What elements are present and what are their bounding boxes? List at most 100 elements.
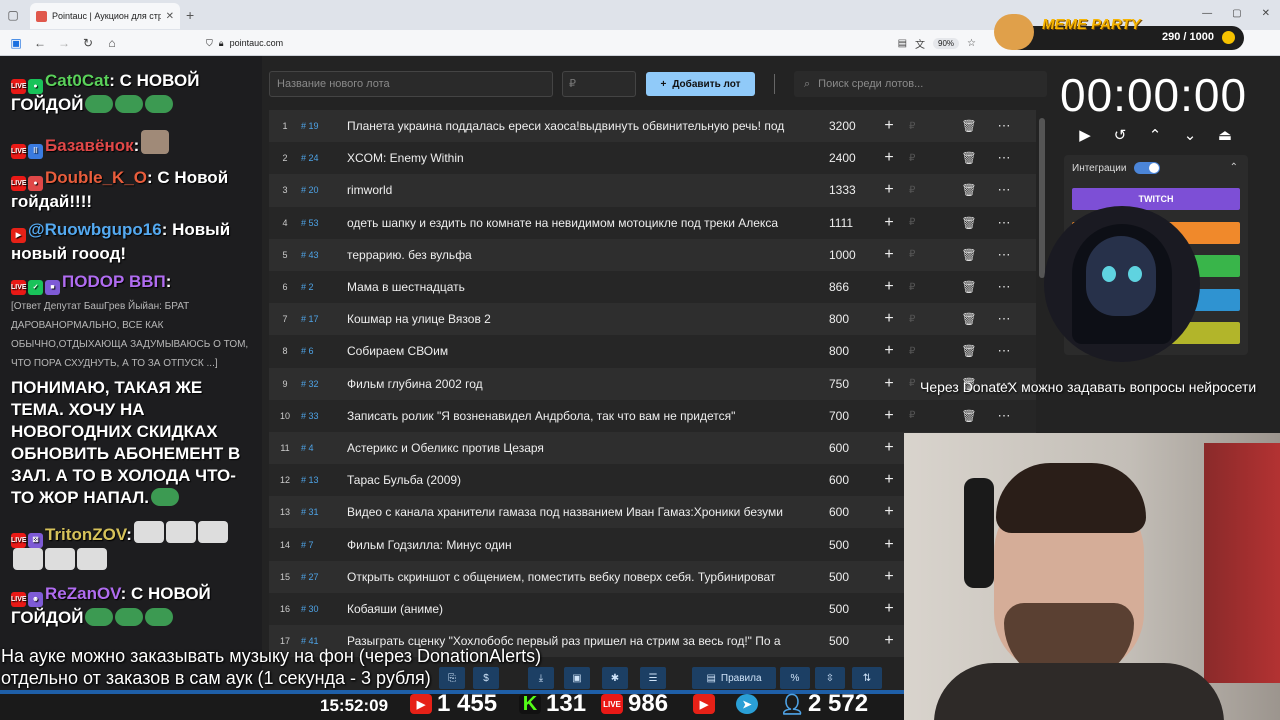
split-icon[interactable]: ⇳ (815, 667, 845, 689)
more-icon[interactable]: ⋯ (989, 343, 1019, 359)
table-row[interactable]: 7 # 17 Кошмар на улице Вязов 2 800 + ₽ 🗑︎ ⋯ (269, 303, 1036, 336)
lot-name[interactable]: Видео с канала хранители гамаза под назв… (347, 505, 809, 519)
more-icon[interactable]: ⋯ (989, 118, 1019, 134)
bug-icon[interactable]: ✱ (602, 667, 628, 689)
add-amount-icon[interactable]: + (869, 310, 909, 328)
home-icon[interactable]: ⌂ (100, 31, 124, 55)
close-window-icon[interactable]: ✕ (1262, 8, 1270, 19)
ruble-input[interactable]: ₽ (909, 346, 949, 357)
translate-icon[interactable]: 文 (915, 36, 925, 51)
trash-icon[interactable]: 🗑︎ (949, 344, 989, 358)
url-field[interactable]: ⛉ 🔒︎ pointauc.com ▤ 文 90% ☆ (206, 33, 976, 53)
chevron-up-icon[interactable]: ⌃ (1230, 162, 1238, 173)
table-row[interactable]: 5 # 43 террарию. без вульфа 1000 + ₽ 🗑︎ ⋯ (269, 238, 1036, 271)
lot-name[interactable]: Открыть скриншот с общением, поместить в… (347, 570, 809, 584)
add-amount-icon[interactable]: + (869, 117, 909, 135)
trash-icon[interactable]: 🗑︎ (949, 312, 989, 326)
lot-name[interactable]: Астерикс и Обеликс против Цезаря (347, 441, 809, 455)
close-tab-icon[interactable]: ✕ (166, 11, 174, 22)
trash-icon[interactable]: 🗑︎ (949, 280, 989, 294)
ruble-input[interactable]: ₽ (909, 410, 949, 421)
more-icon[interactable]: ⋯ (989, 408, 1019, 424)
sort-icon[interactable]: ⇅ (852, 667, 882, 689)
back-icon[interactable]: ← (28, 31, 52, 55)
add-amount-icon[interactable]: + (869, 181, 909, 199)
lot-name-input[interactable]: Название нового лота (269, 71, 553, 97)
trash-icon[interactable]: 🗑︎ (949, 151, 989, 165)
table-row[interactable]: 3 # 20 rimworld 1333 + ₽ 🗑︎ ⋯ (269, 174, 1036, 207)
reload-icon[interactable]: ↻ (76, 31, 100, 55)
add-amount-icon[interactable]: + (869, 407, 909, 425)
bookmark-star-icon[interactable]: ☆ (967, 38, 976, 49)
percent-button[interactable]: % (780, 667, 810, 689)
chevron-down-icon[interactable]: ⌄ (1181, 126, 1199, 144)
new-tab-icon[interactable]: + (186, 7, 194, 23)
tab-menu-icon[interactable]: ▢ (0, 2, 26, 28)
trash-icon[interactable]: 🗑︎ (949, 248, 989, 262)
add-amount-icon[interactable]: + (869, 600, 909, 618)
chevron-up-icon[interactable]: ⌃ (1146, 126, 1164, 144)
sidebar-toggle-icon[interactable]: ▣ (4, 31, 28, 55)
trash-icon[interactable]: 🗑︎ (949, 119, 989, 133)
ruble-input[interactable]: ₽ (909, 314, 949, 325)
forward-icon[interactable]: → (52, 31, 76, 55)
add-amount-icon[interactable]: + (869, 342, 909, 360)
ruble-input[interactable]: ₽ (909, 185, 949, 196)
trash-icon[interactable]: 🗑︎ (949, 216, 989, 230)
table-row[interactable]: 8 # 6 Собираем СВОим 800 + ₽ 🗑︎ ⋯ (269, 335, 1036, 368)
more-icon[interactable]: ⋯ (989, 311, 1019, 327)
add-amount-icon[interactable]: + (869, 632, 909, 650)
more-icon[interactable]: ⋯ (989, 215, 1019, 231)
lot-name[interactable]: rimworld (347, 183, 809, 197)
add-amount-icon[interactable]: + (869, 246, 909, 264)
lot-name[interactable]: одеть шапку и ездить по комнате на невид… (347, 216, 809, 230)
lots-scrollbar[interactable] (1039, 118, 1045, 278)
browser-tab[interactable]: Pointauc | Аукцион для стриме ✕ (30, 3, 180, 29)
lot-name[interactable]: Планета украина поддалась ереси хаоса!вы… (347, 119, 809, 133)
lot-name[interactable]: Собираем СВОим (347, 344, 809, 358)
reader-icon[interactable]: ▤ (898, 38, 907, 49)
add-amount-icon[interactable]: + (869, 278, 909, 296)
lot-amount-input[interactable]: ₽ (562, 71, 636, 97)
more-icon[interactable]: ⋯ (989, 247, 1019, 263)
twitch-button[interactable]: TWITCH (1072, 188, 1240, 210)
more-icon[interactable]: ⋯ (989, 279, 1019, 295)
add-amount-icon[interactable]: + (869, 439, 909, 457)
more-icon[interactable]: ⋯ (989, 182, 1019, 198)
table-row[interactable]: 6 # 2 Мама в шестнадцать 866 + ₽ 🗑︎ ⋯ (269, 270, 1036, 304)
add-amount-icon[interactable]: + (869, 568, 909, 586)
add-amount-icon[interactable]: + (869, 375, 909, 393)
trash-icon[interactable]: 🗑︎ (949, 409, 989, 423)
ruble-input[interactable]: ₽ (909, 249, 949, 260)
lot-search-input[interactable]: ⌕ Поиск среди лотов... (794, 71, 1047, 97)
play-icon[interactable]: ▶ (1076, 126, 1094, 144)
table-row[interactable]: 10 # 33 Записать ролик "Я возненавидел Анд… (269, 399, 1036, 432)
add-amount-icon[interactable]: + (869, 536, 909, 554)
ruble-input[interactable]: ₽ (909, 153, 949, 164)
ruble-input[interactable]: ₽ (909, 121, 949, 132)
lot-name[interactable]: Фильм Годзилла: Минус один (347, 538, 809, 552)
lot-name[interactable]: Кобаяши (аниме) (347, 602, 809, 616)
lot-name[interactable]: Тарас Бульба (2009) (347, 473, 809, 487)
lot-name[interactable]: XCOM: Enemy Within (347, 151, 809, 165)
save-icon[interactable]: ▣ (564, 667, 590, 689)
integrations-toggle[interactable] (1134, 162, 1161, 174)
table-row[interactable]: 1 # 19 Планета украина поддалась ереси хао… (269, 110, 1036, 143)
trash-icon[interactable]: 🗑︎ (949, 183, 989, 197)
table-row[interactable]: 4 # 53 одеть шапку и ездить по комнате на … (269, 206, 1036, 239)
ruble-input[interactable]: ₽ (909, 282, 949, 293)
add-amount-icon[interactable]: + (869, 471, 909, 489)
table-row[interactable]: 2 # 24 XCOM: Enemy Within 2400 + ₽ 🗑︎ ⋯ (269, 142, 1036, 175)
add-amount-icon[interactable]: + (869, 149, 909, 167)
lot-name[interactable]: Записать ролик "Я возненавидел Андрбола,… (347, 409, 809, 423)
lot-name[interactable]: Кошмар на улице Вязов 2 (347, 312, 809, 326)
lot-name[interactable]: Мама в шестнадцать (347, 280, 809, 294)
rules-button[interactable]: ▤ Правила (692, 667, 776, 689)
clear-list-icon[interactable]: ☰ (640, 667, 666, 689)
zoom-level[interactable]: 90% (933, 37, 960, 49)
add-lot-button[interactable]: + Добавить лот (646, 72, 755, 96)
eject-icon[interactable]: ⏏ (1216, 126, 1234, 144)
more-icon[interactable]: ⋯ (989, 150, 1019, 166)
add-amount-icon[interactable]: + (869, 503, 909, 521)
add-amount-icon[interactable]: + (869, 214, 909, 232)
